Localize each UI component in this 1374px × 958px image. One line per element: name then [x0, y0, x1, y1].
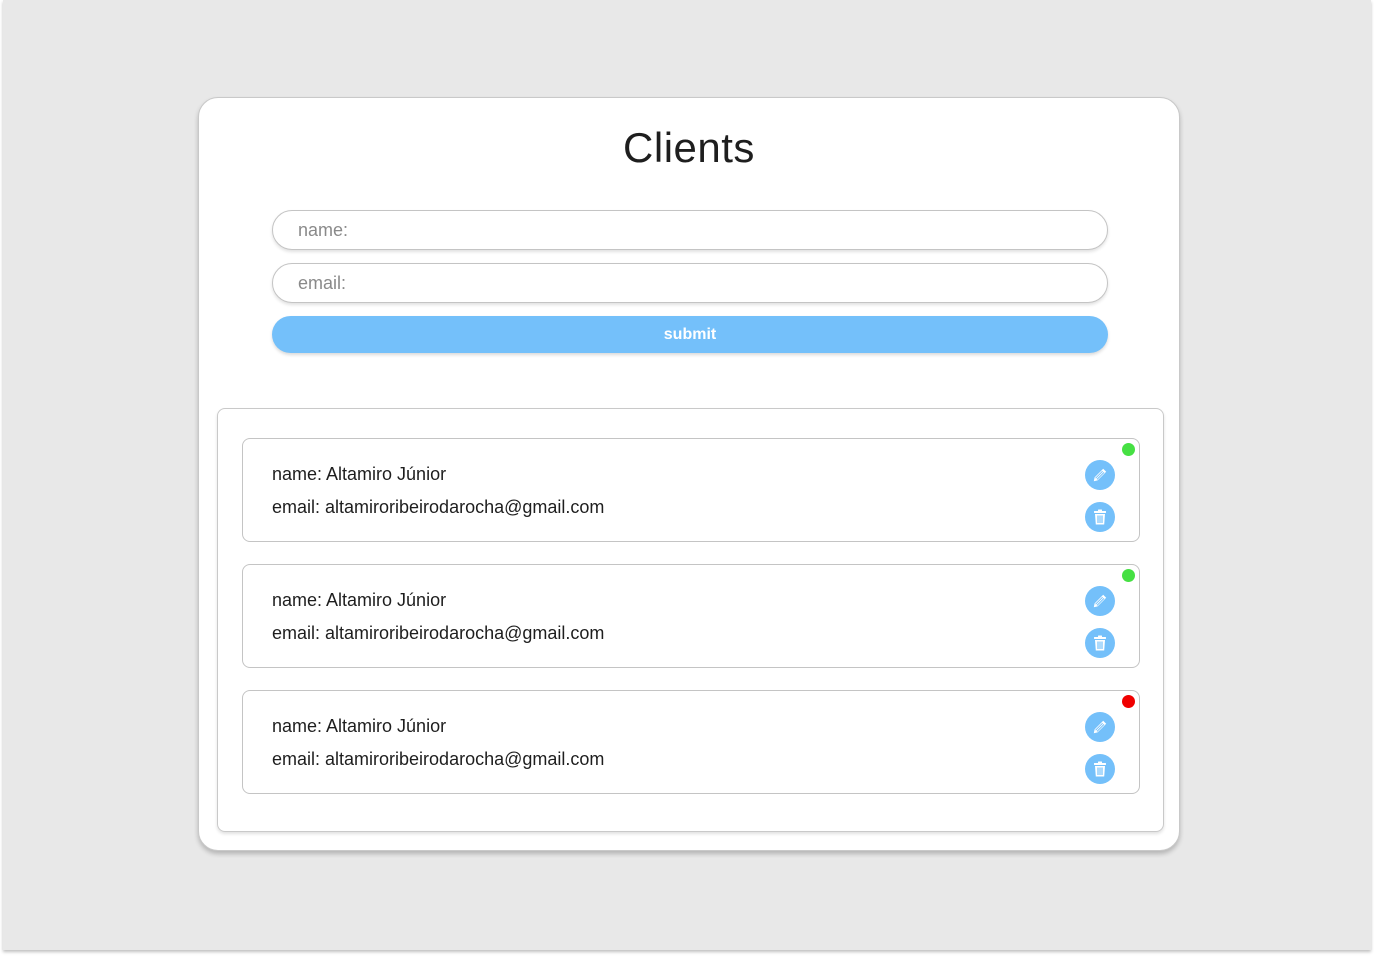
page-title: Clients — [623, 124, 755, 171]
status-indicator — [1122, 695, 1135, 708]
trash-icon — [1094, 635, 1106, 651]
trash-icon — [1094, 761, 1106, 777]
client-email: email: altamiroribeirodarocha@gmail.com — [272, 497, 605, 517]
client-card: name: Altamiro Júnior email: altamirorib… — [242, 438, 1140, 542]
client-card: name: Altamiro Júnior email: altamirorib… — [242, 564, 1140, 668]
status-indicator — [1122, 569, 1135, 582]
trash-icon — [1094, 509, 1106, 525]
status-indicator — [1122, 443, 1135, 456]
edit-button[interactable] — [1085, 460, 1115, 490]
client-email: email: altamiroribeirodarocha@gmail.com — [272, 749, 605, 769]
name-input[interactable] — [272, 210, 1108, 250]
edit-button[interactable] — [1085, 586, 1115, 616]
delete-button[interactable] — [1085, 502, 1115, 532]
pencil-icon — [1093, 468, 1107, 482]
edit-button[interactable] — [1085, 712, 1115, 742]
page-background: Clients submit name: Altamiro Júnior ema… — [3, 0, 1371, 950]
client-name: name: Altamiro Júnior — [272, 590, 447, 610]
client-card: name: Altamiro Júnior email: altamirorib… — [242, 690, 1140, 794]
client-name: name: Altamiro Júnior — [272, 716, 447, 736]
delete-button[interactable] — [1085, 754, 1115, 784]
delete-button[interactable] — [1085, 628, 1115, 658]
client-name: name: Altamiro Júnior — [272, 464, 447, 484]
pencil-icon — [1093, 720, 1107, 734]
email-input[interactable] — [272, 263, 1108, 303]
clients-list: name: Altamiro Júnior email: altamirorib… — [217, 408, 1164, 832]
clients-card: Clients submit name: Altamiro Júnior ema… — [198, 97, 1180, 851]
pencil-icon — [1093, 594, 1107, 608]
submit-button[interactable]: submit — [272, 316, 1108, 353]
client-email: email: altamiroribeirodarocha@gmail.com — [272, 623, 605, 643]
